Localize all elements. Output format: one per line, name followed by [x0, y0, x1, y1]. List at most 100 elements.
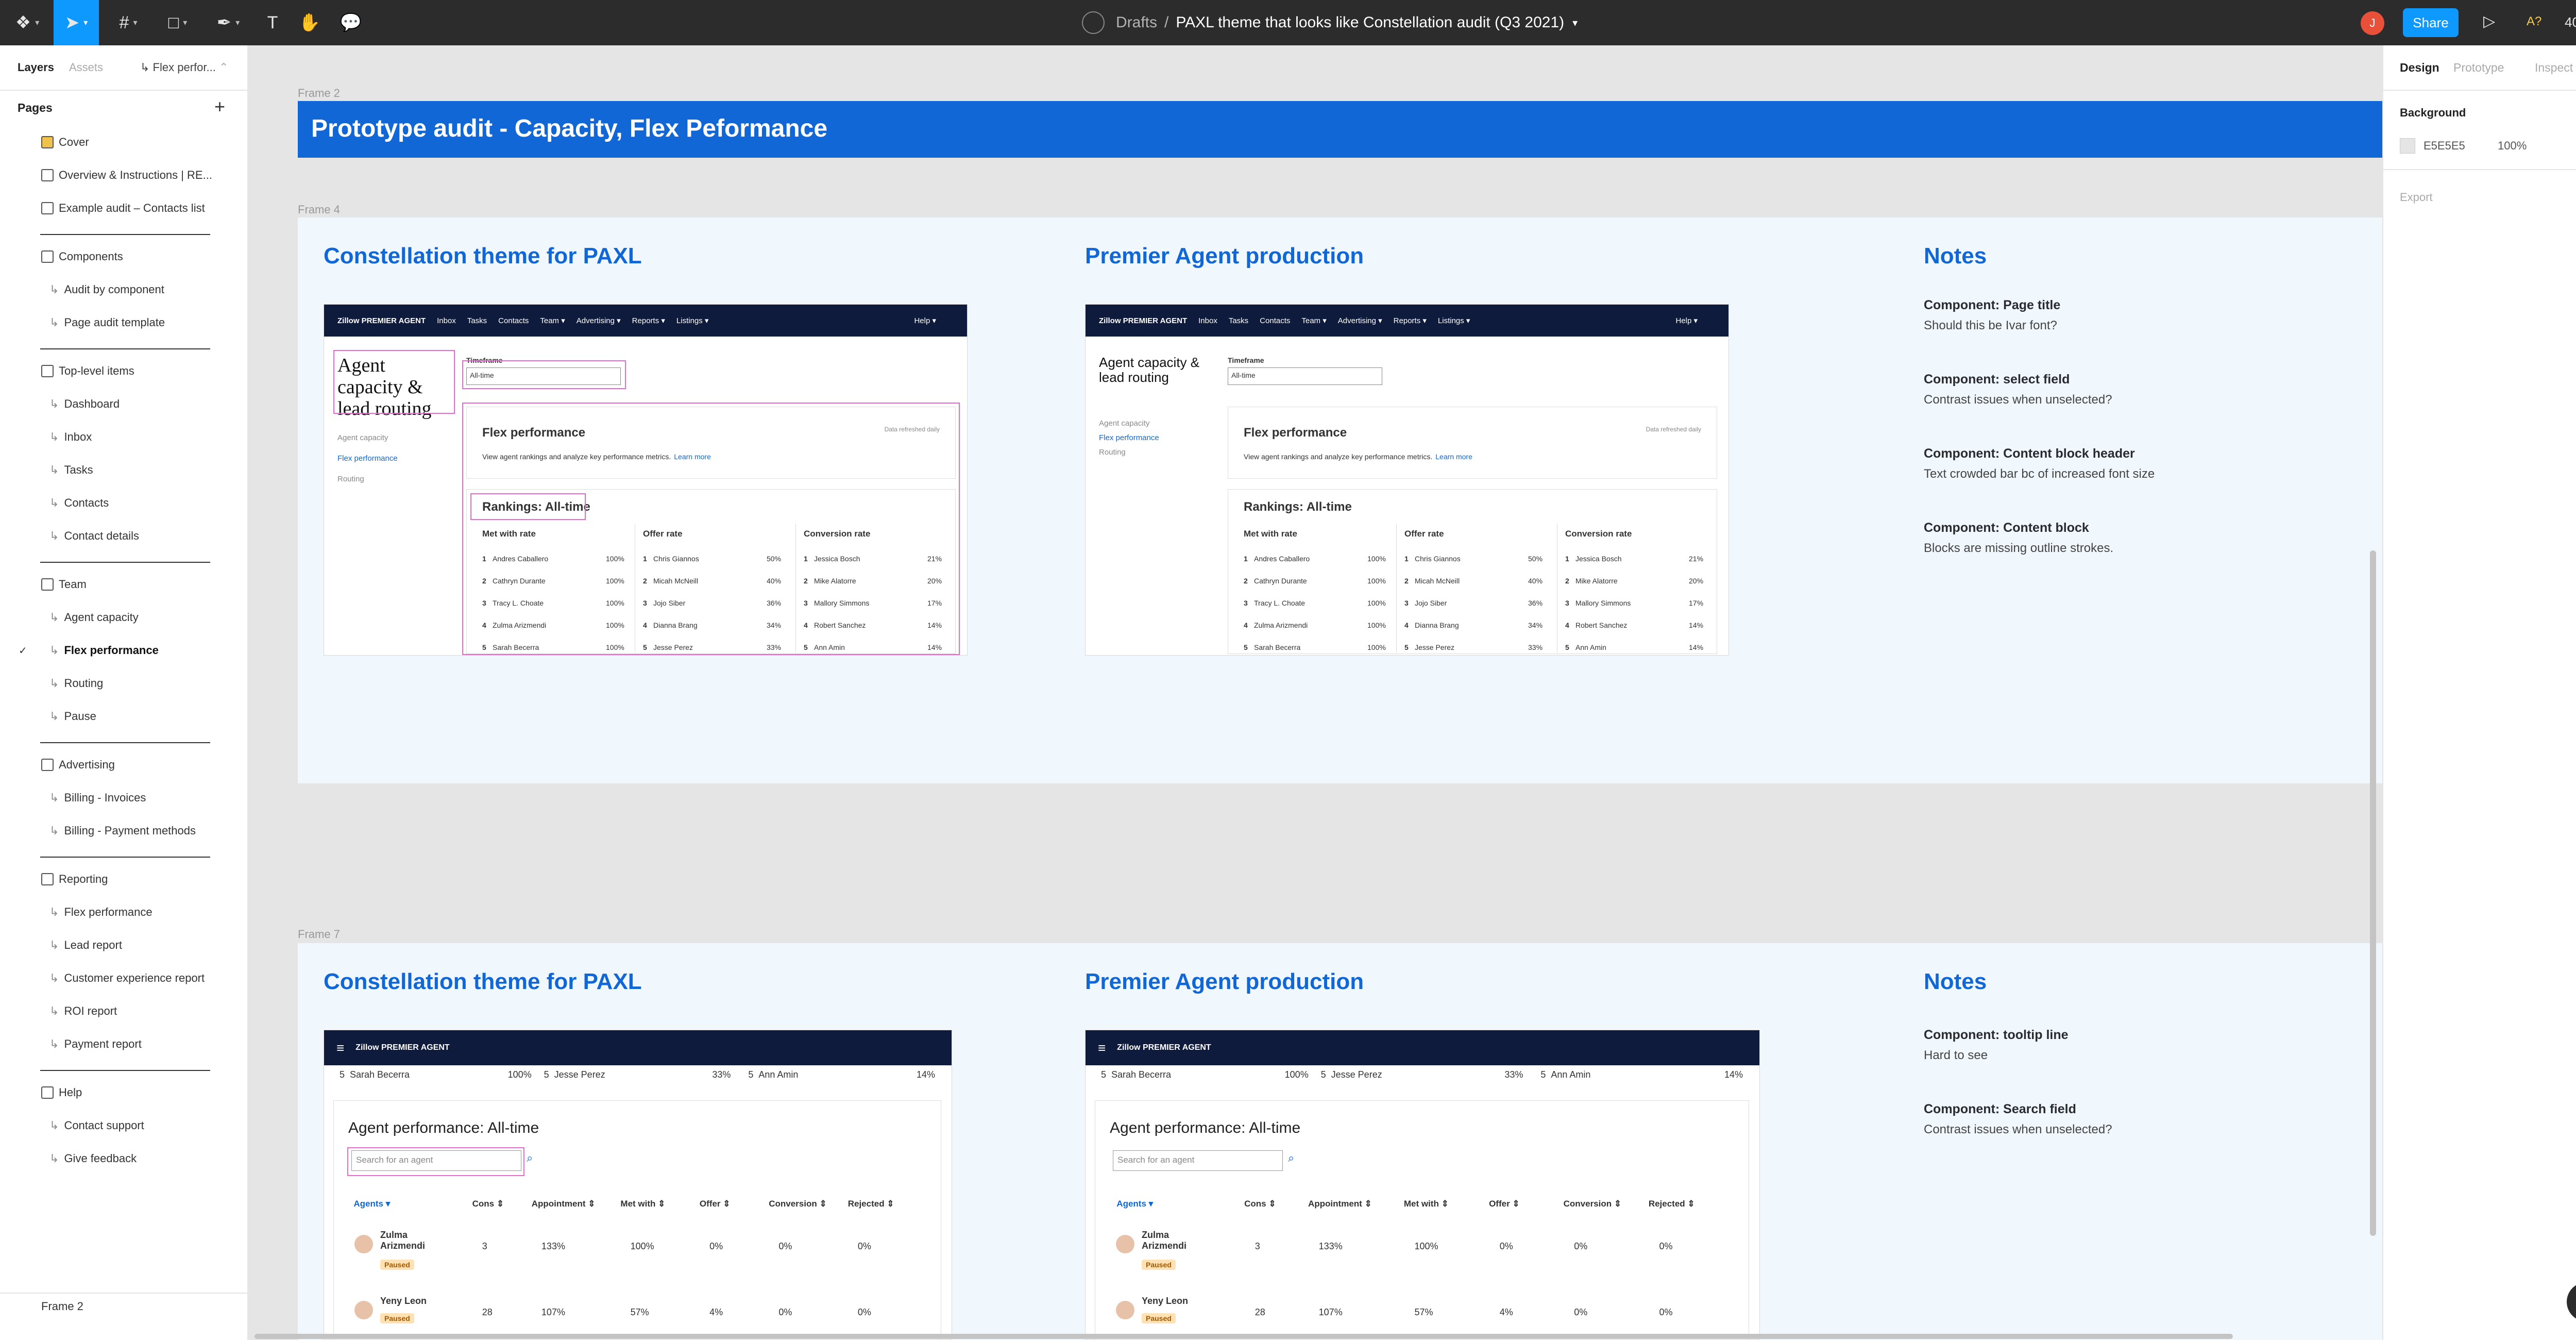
page-item[interactable]: ↳ Inbox: [0, 423, 247, 451]
page-item[interactable]: Reporting: [0, 865, 247, 894]
tab-prototype[interactable]: Prototype: [2453, 61, 2504, 75]
mock-table-header[interactable]: Offer ⇕: [700, 1199, 731, 1209]
mock-table-cell: 28: [1255, 1307, 1265, 1317]
mock-rank-name: Cathryn Durante: [1254, 577, 1307, 585]
page-item[interactable]: ↳ Lead report: [0, 931, 247, 960]
mock-rank-value: 100%: [1367, 555, 1386, 563]
sub-arrow-icon: ↳: [49, 1037, 59, 1050]
frame-tool-button[interactable]: # ▾: [110, 7, 146, 38]
breadcrumb-drafts[interactable]: Drafts: [1116, 14, 1157, 31]
note-text: Should this be Ivar font?: [1924, 319, 2057, 332]
page-item[interactable]: Help: [0, 1078, 247, 1107]
frame-label-7[interactable]: Frame 7: [298, 928, 340, 941]
user-avatar[interactable]: J: [2361, 11, 2384, 35]
sub-arrow-icon: ↳: [49, 939, 59, 951]
chevron-down-icon[interactable]: ▾: [1572, 16, 1578, 29]
background-hex[interactable]: E5E5E5: [2424, 139, 2465, 153]
mock-rank-num: 5: [1244, 643, 1248, 651]
page-item[interactable]: Advertising: [0, 750, 247, 779]
page-item[interactable]: ↳ ROI report: [0, 997, 247, 1026]
mock-table-header[interactable]: Offer ⇕: [1489, 1199, 1520, 1209]
page-item[interactable]: ↳ Contact support: [0, 1111, 247, 1140]
share-button[interactable]: Share: [2403, 8, 2459, 37]
comment-icon: 💬: [340, 13, 362, 32]
pen-tool-button[interactable]: ✒ ▾: [210, 7, 246, 38]
mock-table-header[interactable]: Cons ⇕: [1244, 1199, 1276, 1209]
mock-table-header[interactable]: Appointment ⇕: [1308, 1199, 1372, 1209]
page-item[interactable]: ↳ Billing - Payment methods: [0, 816, 247, 845]
mock-table-header[interactable]: Met with ⇕: [1404, 1199, 1449, 1209]
page-item[interactable]: ↳ Payment report: [0, 1030, 247, 1059]
tab-inspect[interactable]: Inspect: [2535, 61, 2573, 75]
background-opacity[interactable]: 100%: [2498, 139, 2527, 153]
add-page-icon[interactable]: +: [214, 96, 225, 118]
mock-table-header[interactable]: Rejected ⇕: [848, 1199, 894, 1209]
present-icon[interactable]: ▷: [2483, 12, 2495, 30]
search-icon[interactable]: ⌕: [527, 1151, 533, 1165]
mock-table-cell: 4%: [1499, 1307, 1513, 1317]
page-item[interactable]: ↳ Give feedback: [0, 1144, 247, 1173]
tab-assets[interactable]: Assets: [69, 61, 103, 74]
mock-table-header[interactable]: Appointment ⇕: [532, 1199, 596, 1209]
mock-rank-name: Robert Sanchez: [1575, 621, 1628, 629]
page-item[interactable]: ↳ Dashboard: [0, 390, 247, 418]
mock-table-header[interactable]: Met with ⇕: [620, 1199, 665, 1209]
comment-tool-button[interactable]: 💬: [338, 7, 364, 38]
page-item[interactable]: Team: [0, 570, 247, 599]
horizontal-scrollbar[interactable]: [255, 1334, 2233, 1339]
mock-nav-item: Contacts: [1260, 316, 1291, 325]
layer-frame-2[interactable]: Frame 2: [41, 1300, 83, 1313]
mock-table-header[interactable]: Conversion ⇕: [1564, 1199, 1621, 1209]
page-item[interactable]: ↳ Agent capacity: [0, 603, 247, 632]
frame-label-4[interactable]: Frame 4: [298, 203, 340, 216]
file-title[interactable]: PAXL theme that looks like Constellation…: [1176, 14, 1564, 31]
frame-label-2[interactable]: Frame 2: [298, 87, 340, 100]
page-item[interactable]: ↳ Tasks: [0, 456, 247, 484]
page-item[interactable]: Components: [0, 242, 247, 271]
search-icon[interactable]: ⌕: [1288, 1151, 1294, 1165]
move-tool-button[interactable]: ➤ ▾: [54, 0, 99, 45]
mock-table-header[interactable]: Conversion ⇕: [769, 1199, 826, 1209]
section-title-notes: Notes: [1924, 243, 1987, 269]
shape-tool-button[interactable]: □ ▾: [160, 7, 196, 38]
page-item[interactable]: ↳ Audit by component: [0, 275, 247, 304]
mock-table-header[interactable]: Rejected ⇕: [1649, 1199, 1695, 1209]
page-item[interactable]: ↳ Contacts: [0, 489, 247, 517]
mock-learn-more: Learn more: [1435, 453, 1472, 461]
current-frame-label[interactable]: ↳ Flex perfor... ⌃: [140, 61, 228, 74]
mock-table-header[interactable]: Cons ⇕: [472, 1199, 504, 1209]
mock-top-row-num: 5: [1320, 1069, 1326, 1080]
mock-table-cell: 0%: [709, 1241, 723, 1251]
hamburger-icon[interactable]: ≡: [336, 1040, 344, 1056]
tab-layers[interactable]: Layers: [18, 61, 54, 74]
hand-tool-button[interactable]: ✋: [297, 7, 323, 38]
page-item[interactable]: Overview & Instructions | RE...: [0, 161, 247, 190]
mock-side-link: Routing: [1099, 448, 1126, 457]
zoom-dropdown[interactable]: 40% ▾: [2565, 14, 2576, 30]
mock-search-input[interactable]: Search for an agent: [1113, 1150, 1283, 1171]
page-item[interactable]: Cover: [0, 128, 247, 157]
divider: [0, 90, 247, 91]
background-swatch[interactable]: [2400, 138, 2415, 154]
vertical-scrollbar[interactable]: [2370, 550, 2376, 1236]
page-item[interactable]: Top-level items: [0, 357, 247, 386]
canvas[interactable]: Frame 2 Prototype audit - Capacity, Flex…: [248, 45, 2576, 1340]
page-item[interactable]: ✓ ↳ Flex performance: [0, 636, 247, 665]
hamburger-icon[interactable]: ≡: [1098, 1040, 1106, 1056]
mock-table-header[interactable]: Agents ▾: [1116, 1199, 1153, 1209]
mock-table-header[interactable]: Agents ▾: [353, 1199, 390, 1209]
page-item[interactable]: ↳ Routing: [0, 669, 247, 698]
page-item[interactable]: ↳ Contact details: [0, 522, 247, 550]
page-item[interactable]: ↳ Flex performance: [0, 898, 247, 927]
main-menu-button[interactable]: ❖ ▾: [9, 7, 45, 38]
page-item[interactable]: ↳ Pause: [0, 702, 247, 731]
mock-table-cell: 57%: [1414, 1307, 1433, 1317]
page-item[interactable]: ↳ Customer experience report: [0, 964, 247, 993]
text-tool-button[interactable]: T: [260, 7, 285, 38]
page-item[interactable]: ↳ Page audit template: [0, 308, 247, 337]
page-item[interactable]: ↳ Billing - Invoices: [0, 783, 247, 812]
page-item[interactable]: Example audit – Contacts list: [0, 194, 247, 223]
ai-badge[interactable]: A?: [2527, 14, 2541, 29]
tab-design[interactable]: Design: [2400, 61, 2439, 75]
page-label: Contact details: [64, 529, 139, 542]
